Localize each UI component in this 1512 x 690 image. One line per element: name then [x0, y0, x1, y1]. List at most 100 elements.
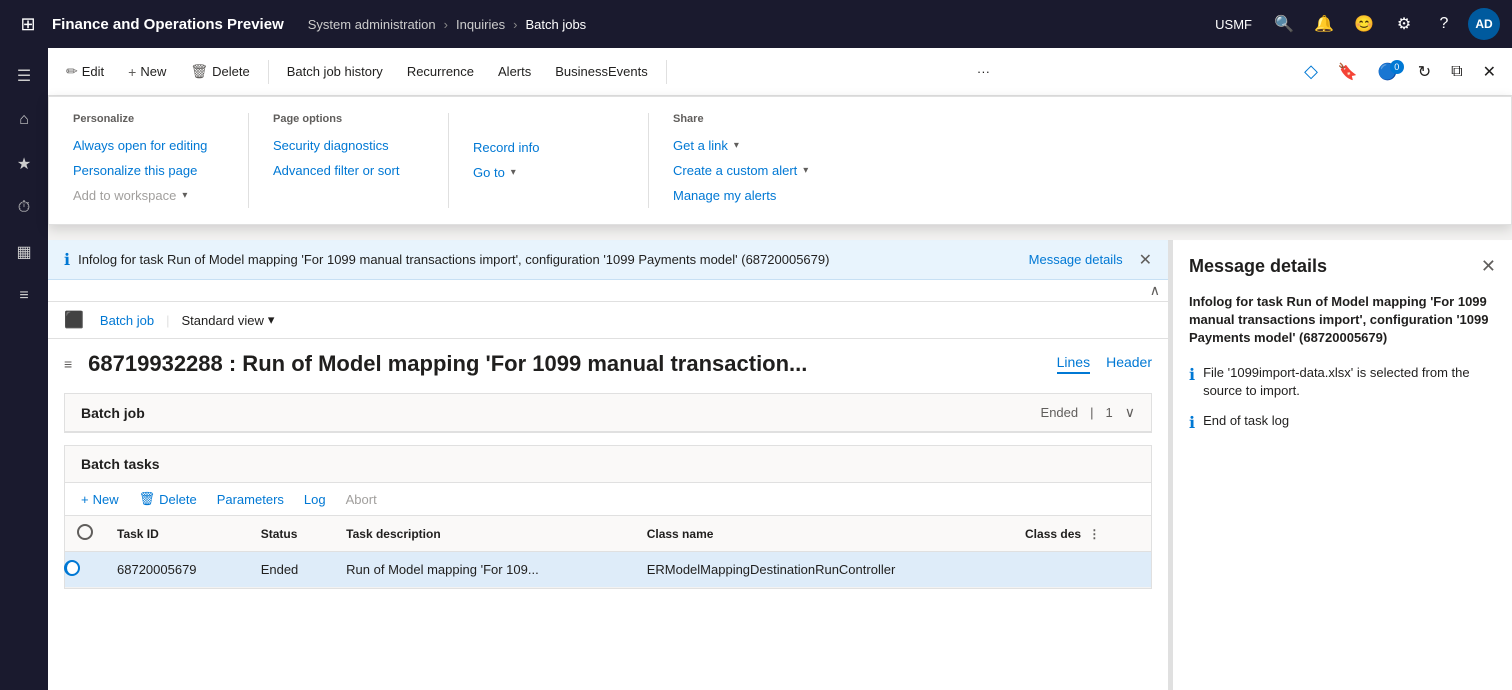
waffle-icon: ⊞	[20, 14, 35, 35]
menu-record-info[interactable]: Record info	[473, 135, 624, 160]
col-status: Status	[249, 516, 334, 552]
separator-1	[268, 60, 269, 84]
col-class-des: Class des ⋮	[1013, 516, 1151, 552]
tab-header[interactable]: Header	[1106, 354, 1152, 374]
entity-label: USMF	[1215, 17, 1252, 32]
record-title-text: 68719932288 : Run of Model mapping 'For …	[88, 351, 1040, 377]
emoji-icon[interactable]: 😊	[1348, 8, 1380, 40]
tasks-new-button[interactable]: + New	[73, 488, 127, 511]
header-collapse[interactable]: ∧	[48, 280, 1168, 302]
batch-job-chevron[interactable]: ∨	[1125, 404, 1135, 421]
breadcrumb-chevron-2: ›	[513, 17, 517, 32]
tasks-parameters-button[interactable]: Parameters	[209, 488, 292, 511]
batch-job-section-header[interactable]: Batch job Ended | 1 ∨	[65, 394, 1151, 432]
table-row[interactable]: 68720005679 Ended Run of Model mapping '…	[65, 552, 1151, 588]
more-button[interactable]: ···	[967, 58, 1000, 85]
help-icon[interactable]: ?	[1428, 8, 1460, 40]
add-workspace-chevron: ▾	[182, 190, 187, 201]
row-class-name: ERModelMappingDestinationRunController	[635, 552, 1013, 588]
menu-security-diagnostics[interactable]: Security diagnostics	[273, 133, 424, 158]
col-options-icon[interactable]: ⋮	[1088, 527, 1100, 541]
business-events-button[interactable]: BusinessEvents	[545, 58, 658, 85]
go-to-chevron: ▾	[511, 167, 516, 178]
dropdown-share: Share Get a link ▾ Create a custom alert…	[649, 113, 849, 208]
badge-count: 0	[1390, 60, 1404, 74]
panel-item-1: ℹ File '1099import-data.xlsx' is selecte…	[1189, 364, 1496, 400]
panel-close-button[interactable]: ✕	[1481, 256, 1496, 277]
sidebar-home[interactable]: ⌂	[4, 100, 44, 140]
menu-create-alert[interactable]: Create a custom alert ▾	[673, 158, 825, 183]
external-icon: ⧉	[1451, 63, 1462, 81]
tab-lines[interactable]: Lines	[1057, 354, 1090, 374]
delete-button[interactable]: 🗑 Delete	[180, 57, 259, 86]
settings-icon[interactable]: ⚙	[1388, 8, 1420, 40]
col-task-desc: Task description	[334, 516, 635, 552]
toolbar-area: ✏ Edit + New 🗑 Delete Batch job history …	[48, 48, 1512, 96]
menu-personalize-page[interactable]: Personalize this page	[73, 158, 224, 183]
dropdown-menu: Personalize Always open for editing Pers…	[48, 96, 1512, 225]
page-title[interactable]: Batch job	[100, 313, 154, 328]
col-task-id: Task ID	[105, 516, 249, 552]
batch-job-title: Batch job	[81, 405, 1041, 421]
toolbar-refresh-btn[interactable]: ↻	[1410, 58, 1439, 86]
edit-button[interactable]: ✏ Edit	[56, 57, 114, 86]
diamond-icon: ◇	[1304, 61, 1318, 82]
breadcrumb: System administration › Inquiries › Batc…	[308, 17, 586, 32]
toolbar-badge-btn[interactable]: 🔵 0	[1370, 58, 1406, 86]
alerts-button[interactable]: Alerts	[488, 58, 541, 85]
menu-advanced-filter[interactable]: Advanced filter or sort	[273, 158, 424, 183]
panel-header: Message details ✕	[1189, 256, 1496, 277]
batch-tasks-section: Batch tasks + New 🗑 Delete Parameters	[64, 445, 1152, 589]
menu-add-to-workspace[interactable]: Add to workspace ▾	[73, 183, 224, 208]
batch-job-count: 1	[1106, 405, 1113, 420]
info-bar-close[interactable]: ✕	[1139, 250, 1152, 270]
nav-inquiries[interactable]: Inquiries	[456, 17, 505, 32]
sidebar-workspaces[interactable]: ▦	[4, 232, 44, 272]
user-avatar[interactable]: AD	[1468, 8, 1500, 40]
message-details-link[interactable]: Message details	[1029, 252, 1123, 267]
hamburger-record[interactable]: ≡	[64, 356, 72, 372]
tasks-plus-icon: +	[81, 492, 89, 507]
row-task-id: 68720005679	[105, 552, 249, 588]
menu-get-link[interactable]: Get a link ▾	[673, 133, 825, 158]
breadcrumb-chevron-1: ›	[444, 17, 448, 32]
new-button[interactable]: + New	[118, 58, 176, 86]
header-selector[interactable]	[77, 524, 93, 540]
menu-go-to[interactable]: Go to ▾	[473, 160, 624, 185]
row-task-desc: Run of Model mapping 'For 109...	[334, 552, 635, 588]
batch-tasks-header[interactable]: Batch tasks	[65, 446, 1151, 483]
tasks-log-button[interactable]: Log	[296, 488, 334, 511]
batch-job-meta: Ended | 1 ∨	[1041, 404, 1135, 421]
toolbar: ✏ Edit + New 🗑 Delete Batch job history …	[48, 48, 1512, 96]
dropdown-personalize: Personalize Always open for editing Pers…	[49, 113, 249, 208]
search-icon[interactable]: 🔍	[1268, 8, 1300, 40]
app-grid-icon[interactable]: ⊞	[12, 8, 44, 40]
dropdown-page-options-title: Page options	[273, 113, 424, 125]
row-status: Ended	[249, 552, 334, 588]
nav-batch-jobs[interactable]: Batch jobs	[525, 17, 586, 32]
sidebar-favorites[interactable]: ★	[4, 144, 44, 184]
batch-job-history-button[interactable]: Batch job history	[277, 58, 393, 85]
toolbar-close-btn[interactable]: ✕	[1475, 58, 1504, 86]
view-selector[interactable]: Standard view ▾	[182, 312, 275, 328]
nav-system-admin[interactable]: System administration	[308, 17, 436, 32]
sidebar-recent[interactable]: ⏱	[4, 188, 44, 228]
info-bar-message: Infolog for task Run of Model mapping 'F…	[78, 252, 1013, 267]
toolbar-diamond-btn[interactable]: ◇	[1296, 57, 1326, 86]
panel-item-2-text: End of task log	[1203, 412, 1289, 430]
panel-item-1-icon: ℹ	[1189, 365, 1195, 385]
toolbar-external-btn[interactable]: ⧉	[1443, 59, 1470, 85]
row-selector[interactable]	[64, 560, 80, 576]
toolbar-bookmark-btn[interactable]: 🔖	[1330, 58, 1366, 86]
sidebar-modules[interactable]: ≡	[4, 276, 44, 316]
menu-always-open-editing[interactable]: Always open for editing	[73, 133, 224, 158]
sidebar-hamburger[interactable]: ☰	[4, 56, 44, 96]
bookmark-icon: 🔖	[1338, 62, 1358, 82]
filter-icon[interactable]: ⬛	[64, 310, 84, 330]
notification-icon[interactable]: 🔔	[1308, 8, 1340, 40]
record-title-area: ≡ 68719932288 : Run of Model mapping 'Fo…	[48, 339, 1168, 385]
tasks-delete-button[interactable]: 🗑 Delete	[131, 487, 205, 511]
recurrence-button[interactable]: Recurrence	[397, 58, 484, 85]
menu-manage-alerts[interactable]: Manage my alerts	[673, 183, 825, 208]
tasks-abort-button[interactable]: Abort	[338, 488, 385, 511]
